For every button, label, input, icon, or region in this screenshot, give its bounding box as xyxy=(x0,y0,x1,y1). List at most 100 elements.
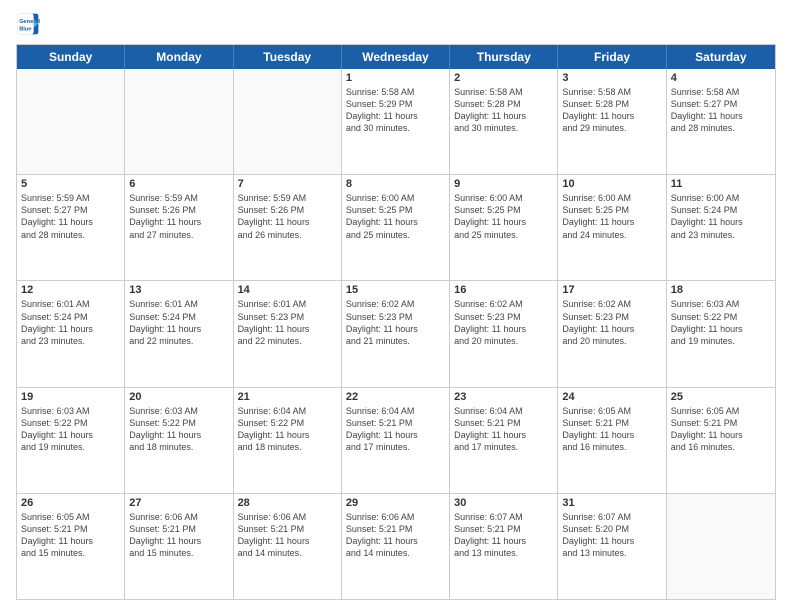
cell-info-line: and 17 minutes. xyxy=(346,441,445,453)
calendar-cell-2-0: 12Sunrise: 6:01 AMSunset: 5:24 PMDayligh… xyxy=(17,281,125,386)
cell-info-line: and 30 minutes. xyxy=(454,122,553,134)
cell-info-line: and 25 minutes. xyxy=(346,229,445,241)
cell-info-line: Sunrise: 6:02 AM xyxy=(562,298,661,310)
cell-info-line: Sunset: 5:21 PM xyxy=(562,417,661,429)
calendar-cell-4-1: 27Sunrise: 6:06 AMSunset: 5:21 PMDayligh… xyxy=(125,494,233,599)
cell-info-line: and 29 minutes. xyxy=(562,122,661,134)
calendar-cell-3-0: 19Sunrise: 6:03 AMSunset: 5:22 PMDayligh… xyxy=(17,388,125,493)
calendar-cell-1-1: 6Sunrise: 5:59 AMSunset: 5:26 PMDaylight… xyxy=(125,175,233,280)
calendar-row-2: 12 Sunrise: 6:01 AM Sunset: 5:24 PM Dayligh… xyxy=(17,280,775,386)
cell-info-line: Daylight: 11 hours xyxy=(454,429,553,441)
day-number: 24 xyxy=(562,391,661,403)
cell-info-line: Daylight: 11 hours xyxy=(454,110,553,122)
calendar-cell-2-6: 18Sunrise: 6:03 AMSunset: 5:22 PMDayligh… xyxy=(667,281,775,386)
cell-info-line: Daylight: 11 hours xyxy=(129,429,228,441)
svg-text:General: General xyxy=(19,19,40,25)
day-number: 3 xyxy=(562,72,661,84)
cell-info-line: Daylight: 11 hours xyxy=(346,429,445,441)
cell-info-line: and 14 minutes. xyxy=(346,547,445,559)
cell-info-line: Sunrise: 6:00 AM xyxy=(454,192,553,204)
svg-text:Blue: Blue xyxy=(19,26,31,32)
cell-info-line: Sunrise: 6:01 AM xyxy=(238,298,337,310)
cell-info-line: Sunrise: 6:02 AM xyxy=(454,298,553,310)
logo: General Blue xyxy=(16,12,44,36)
cell-info-line: Sunset: 5:27 PM xyxy=(21,204,120,216)
day-number: 8 xyxy=(346,178,445,190)
cell-info-line: Daylight: 11 hours xyxy=(562,216,661,228)
cell-info-line: Sunrise: 6:03 AM xyxy=(21,405,120,417)
day-number: 1 xyxy=(346,72,445,84)
cell-info-line: Sunset: 5:21 PM xyxy=(346,523,445,535)
cell-info-line: Daylight: 11 hours xyxy=(129,535,228,547)
cell-info-line: Sunset: 5:22 PM xyxy=(21,417,120,429)
weekday-header-sunday: Sunday xyxy=(17,45,125,69)
cell-info-line: and 25 minutes. xyxy=(454,229,553,241)
header: General Blue xyxy=(16,12,776,36)
cell-info-line: Sunset: 5:24 PM xyxy=(129,311,228,323)
calendar-body: 1Sunrise: 5:58 AMSunset: 5:29 PMDaylight… xyxy=(17,69,775,599)
cell-info-line: Sunrise: 6:00 AM xyxy=(671,192,771,204)
calendar-cell-3-2: 21Sunrise: 6:04 AMSunset: 5:22 PMDayligh… xyxy=(234,388,342,493)
cell-info-line: Daylight: 11 hours xyxy=(346,323,445,335)
day-number: 14 xyxy=(238,284,337,296)
cell-info-line: and 20 minutes. xyxy=(562,335,661,347)
calendar-cell-0-1 xyxy=(125,69,233,174)
day-number: 9 xyxy=(454,178,553,190)
cell-info-line: Sunrise: 6:06 AM xyxy=(129,511,228,523)
cell-info-line: and 23 minutes. xyxy=(671,229,771,241)
cell-info-line: and 23 minutes. xyxy=(21,335,120,347)
day-number: 17 xyxy=(562,284,661,296)
cell-info-line: Daylight: 11 hours xyxy=(238,323,337,335)
calendar-cell-2-5: 17Sunrise: 6:02 AMSunset: 5:23 PMDayligh… xyxy=(558,281,666,386)
day-number: 7 xyxy=(238,178,337,190)
cell-info-line: Sunrise: 6:04 AM xyxy=(238,405,337,417)
cell-info-line: Sunset: 5:21 PM xyxy=(238,523,337,535)
day-number: 10 xyxy=(562,178,661,190)
day-number: 28 xyxy=(238,497,337,509)
cell-info-line: Sunrise: 5:58 AM xyxy=(346,86,445,98)
cell-info-line: Sunrise: 5:58 AM xyxy=(562,86,661,98)
cell-info-line: Daylight: 11 hours xyxy=(346,110,445,122)
cell-info-line: Sunset: 5:25 PM xyxy=(346,204,445,216)
cell-info-line: Sunset: 5:26 PM xyxy=(238,204,337,216)
cell-info-line: and 13 minutes. xyxy=(562,547,661,559)
cell-info-line: Sunset: 5:22 PM xyxy=(129,417,228,429)
cell-info-line: Sunset: 5:27 PM xyxy=(671,98,771,110)
cell-info-line: Sunset: 5:21 PM xyxy=(346,417,445,429)
calendar-cell-0-6: 4Sunrise: 5:58 AMSunset: 5:27 PMDaylight… xyxy=(667,69,775,174)
weekday-header-friday: Friday xyxy=(558,45,666,69)
calendar: SundayMondayTuesdayWednesdayThursdayFrid… xyxy=(16,44,776,600)
day-number: 6 xyxy=(129,178,228,190)
day-number: 31 xyxy=(562,497,661,509)
cell-info-line: Daylight: 11 hours xyxy=(454,323,553,335)
cell-info-line: Daylight: 11 hours xyxy=(21,429,120,441)
cell-info-line: Daylight: 11 hours xyxy=(454,535,553,547)
cell-info-line: and 24 minutes. xyxy=(562,229,661,241)
cell-info-line: Daylight: 11 hours xyxy=(346,216,445,228)
weekday-header-wednesday: Wednesday xyxy=(342,45,450,69)
calendar-cell-4-3: 29Sunrise: 6:06 AMSunset: 5:21 PMDayligh… xyxy=(342,494,450,599)
cell-info-line: Sunset: 5:21 PM xyxy=(21,523,120,535)
day-number: 18 xyxy=(671,284,771,296)
cell-info-line: Sunset: 5:25 PM xyxy=(562,204,661,216)
calendar-page: General Blue SundayMondayTuesdayWednesda… xyxy=(0,0,792,612)
cell-info-line: Sunset: 5:22 PM xyxy=(238,417,337,429)
cell-info-line: Daylight: 11 hours xyxy=(671,323,771,335)
cell-info-line: Daylight: 11 hours xyxy=(562,535,661,547)
cell-info-line: Sunrise: 6:04 AM xyxy=(454,405,553,417)
cell-info-line: Sunrise: 5:59 AM xyxy=(129,192,228,204)
cell-info-line: and 30 minutes. xyxy=(346,122,445,134)
cell-info-line: Sunrise: 6:05 AM xyxy=(21,511,120,523)
cell-info-line: and 18 minutes. xyxy=(238,441,337,453)
cell-info-line: Sunset: 5:23 PM xyxy=(454,311,553,323)
cell-info-line: and 20 minutes. xyxy=(454,335,553,347)
cell-info-line: Sunrise: 6:05 AM xyxy=(562,405,661,417)
calendar-cell-3-1: 20Sunrise: 6:03 AMSunset: 5:22 PMDayligh… xyxy=(125,388,233,493)
day-number: 12 xyxy=(21,284,120,296)
calendar-header: SundayMondayTuesdayWednesdayThursdayFrid… xyxy=(17,45,775,69)
cell-info-line: Sunrise: 6:07 AM xyxy=(562,511,661,523)
cell-info-line: Sunrise: 6:03 AM xyxy=(129,405,228,417)
cell-info-line: Sunrise: 6:03 AM xyxy=(671,298,771,310)
cell-info-line: and 16 minutes. xyxy=(671,441,771,453)
calendar-cell-0-2 xyxy=(234,69,342,174)
